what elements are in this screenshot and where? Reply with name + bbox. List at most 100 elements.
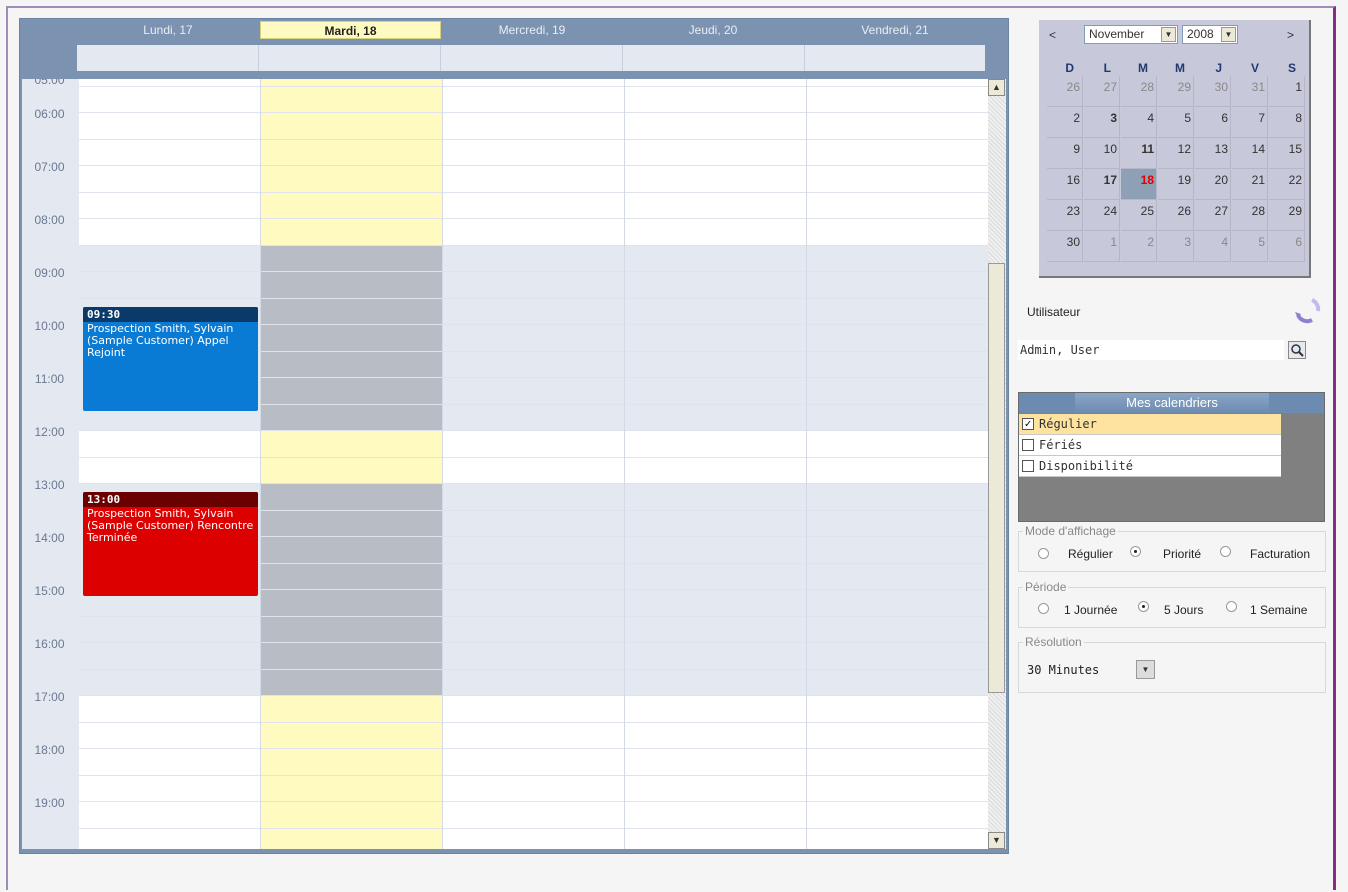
prev-month-button[interactable]: < [1049,28,1056,42]
mini-calendar-day[interactable]: 24 [1084,200,1120,231]
day-header-jeudi[interactable]: Jeudi, 20 [624,21,802,39]
day-header-vendredi[interactable]: Vendredi, 21 [806,21,984,39]
mini-calendar-day[interactable]: 31 [1232,76,1268,107]
scroll-up-button[interactable]: ▲ [988,79,1005,96]
checkbox[interactable] [1022,439,1034,451]
mini-calendar-nav: < November ▼ 2008 ▼ > [1039,20,1309,50]
mini-calendar-day[interactable]: 5 [1158,107,1194,138]
calendar-item-feries[interactable]: Fériés [1019,435,1281,456]
scroll-down-button[interactable]: ▼ [988,832,1005,849]
mini-calendar-day[interactable]: 26 [1047,76,1083,107]
time-label: 18:00 [34,743,65,757]
mini-calendar-day[interactable]: 22 [1269,169,1305,200]
time-label: 06:00 [34,107,65,121]
all-day-cell[interactable] [77,45,259,71]
vertical-scrollbar[interactable]: ▲ ▼ [988,79,1006,849]
mini-calendar-day[interactable]: 1 [1269,76,1305,107]
mini-calendar-day[interactable]: 6 [1269,231,1305,262]
period-label: 5 Jours [1164,603,1204,617]
weekday-label: M [1138,61,1148,75]
mini-calendar-day[interactable]: 4 [1195,231,1231,262]
mini-calendar-day[interactable]: 8 [1269,107,1305,138]
chevron-down-icon[interactable]: ▼ [1221,27,1236,42]
mini-calendar-day[interactable]: 7 [1232,107,1268,138]
mini-calendar-day[interactable]: 19 [1158,169,1194,200]
chevron-down-icon[interactable]: ▼ [1161,27,1176,42]
chevron-down-icon[interactable]: ▼ [1136,660,1155,679]
half-hour-row [79,140,988,166]
search-icon [1291,344,1304,357]
weekday-label: V [1250,61,1259,75]
mini-calendar-day[interactable]: 2 [1047,107,1083,138]
mini-calendar-day[interactable]: 1 [1084,231,1120,262]
mini-calendar-day[interactable]: 29 [1158,76,1194,107]
refresh-icon[interactable] [1292,295,1322,325]
my-calendars-header: Mes calendriers [1019,393,1324,413]
period-radio-1-journee[interactable] [1038,603,1049,614]
time-grid[interactable]: 05:00 06:00 07:00 08:00 09:00 10:00 11:00 12:0… [22,79,988,849]
time-label: 16:00 [34,637,65,651]
mini-calendar-day[interactable]: 3 [1158,231,1194,262]
mini-calendar-day[interactable]: 9 [1047,138,1083,169]
mini-calendar-day[interactable]: 20 [1195,169,1231,200]
mini-calendar-day[interactable]: 12 [1158,138,1194,169]
mode-radio-facturation[interactable] [1220,546,1231,557]
mini-calendar-day[interactable]: 25 [1121,200,1157,231]
mini-calendar-day[interactable]: 28 [1232,200,1268,231]
month-select[interactable]: November ▼ [1084,25,1178,44]
calendar-item-disponibilite[interactable]: Disponibilité [1019,456,1281,477]
event-card[interactable]: 13:00 Prospection Smith, Sylvain (Sample… [83,492,258,596]
mode-radio-regulier[interactable] [1038,548,1049,559]
checkbox[interactable] [1022,460,1034,472]
mini-calendar-day[interactable]: 18 [1121,169,1157,200]
checkbox[interactable]: ✓ [1022,418,1034,430]
mini-calendar-day[interactable]: 16 [1047,169,1083,200]
mini-calendar-day[interactable]: 17 [1084,169,1120,200]
all-day-cell[interactable] [441,45,623,71]
mini-calendar-day[interactable]: 6 [1195,107,1231,138]
mini-calendar-day[interactable]: 3 [1084,107,1120,138]
day-header-lundi[interactable]: Lundi, 17 [79,21,257,39]
resolution-select[interactable]: 30 Minutes [1027,660,1127,680]
mini-calendar-day[interactable]: 11 [1121,138,1157,169]
day-header-mercredi[interactable]: Mercredi, 19 [443,21,621,39]
event-card[interactable]: 09:30 Prospection Smith, Sylvain (Sample… [83,307,258,411]
user-field[interactable]: Admin, User [1018,340,1284,360]
time-label: 19:00 [34,796,65,810]
mini-calendar-day[interactable]: 15 [1269,138,1305,169]
column-divider [442,79,443,849]
period-radio-5-jours[interactable] [1138,601,1149,612]
all-day-cell[interactable] [259,45,441,71]
mini-calendar-day[interactable]: 30 [1047,231,1083,262]
mini-calendar-day[interactable]: 29 [1269,200,1305,231]
mini-calendar-day[interactable]: 10 [1084,138,1120,169]
mini-calendar-day[interactable]: 26 [1158,200,1194,231]
period-radio-1-semaine[interactable] [1226,601,1237,612]
mini-calendar-day[interactable]: 28 [1121,76,1157,107]
mini-calendar-day[interactable]: 27 [1195,200,1231,231]
search-button[interactable] [1288,341,1306,359]
day-header-mardi[interactable]: Mardi, 18 [260,21,441,39]
all-day-cell[interactable] [623,45,805,71]
column-divider [260,79,261,849]
scroll-thumb[interactable] [988,263,1005,693]
next-month-button[interactable]: > [1287,28,1294,42]
calendar-item-regulier[interactable]: ✓ Régulier [1019,414,1281,435]
mini-calendar-day[interactable]: 27 [1084,76,1120,107]
mini-calendar-day[interactable]: 5 [1232,231,1268,262]
mini-calendar-day[interactable]: 21 [1232,169,1268,200]
mini-calendar-day[interactable]: 4 [1121,107,1157,138]
half-hour-row [79,617,988,643]
mini-calendar-day[interactable]: 13 [1195,138,1231,169]
time-label: 10:00 [34,319,65,333]
year-select[interactable]: 2008 ▼ [1182,25,1238,44]
mini-calendar-day[interactable]: 14 [1232,138,1268,169]
mode-radio-priorite[interactable] [1130,546,1141,557]
all-day-row[interactable] [77,45,985,71]
mini-calendar-day[interactable]: 2 [1121,231,1157,262]
mini-calendar-day[interactable]: 30 [1195,76,1231,107]
time-label: 07:00 [34,160,65,174]
mini-calendar-day[interactable]: 23 [1047,200,1083,231]
half-hour-row [79,114,988,140]
all-day-cell[interactable] [805,45,985,71]
